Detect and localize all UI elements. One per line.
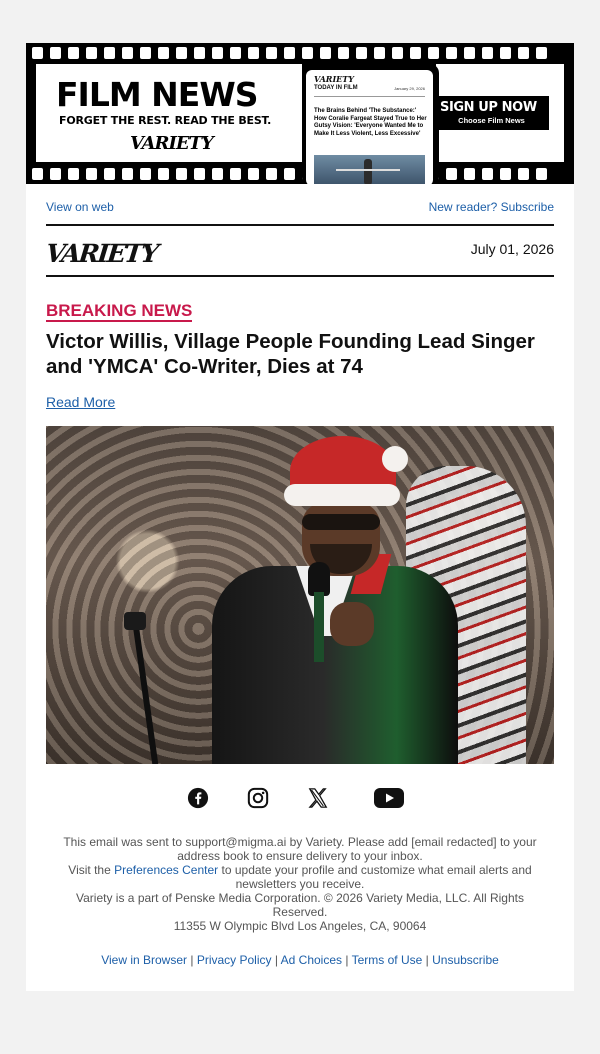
instagram-icon[interactable]	[247, 787, 269, 814]
phone-divider	[314, 96, 425, 97]
footer-preferences-suffix: to update your profile and customize wha…	[218, 863, 532, 891]
unsubscribe-link[interactable]: Unsubscribe	[432, 953, 499, 967]
phone-section-title: TODAY IN FILM	[314, 85, 358, 91]
phone-mockup: VARIETY TODAY IN FILM January 29, 2026 T…	[302, 64, 439, 184]
film-perforations-bottom	[32, 168, 568, 180]
sign-up-button[interactable]: SIGN UP NOW Choose Film News	[434, 96, 549, 130]
footer-line-sent-to: This email was sent to support@migma.ai …	[63, 835, 537, 863]
issue-date: July 01, 2026	[470, 241, 554, 257]
youtube-icon[interactable]	[374, 787, 404, 814]
footer-line-address: 11355 W Olympic Blvd Los Angeles, CA, 90…	[173, 919, 427, 933]
top-links: View on web New reader? Subscribe	[46, 200, 554, 216]
banner-frame-left: FILM NEWS FORGET THE REST. READ THE BEST…	[36, 64, 302, 162]
photo-microphone	[308, 562, 330, 596]
preferences-center-link[interactable]: Preferences Center	[114, 863, 218, 877]
banner-tagline: FORGET THE REST. READ THE BEST.	[59, 114, 272, 127]
social-links	[26, 787, 574, 813]
article-photo[interactable]	[46, 426, 554, 764]
legal-separator: |	[425, 953, 429, 967]
legal-separator: |	[345, 953, 349, 967]
terms-of-use-link[interactable]: Terms of Use	[352, 953, 423, 967]
email-card: FILM NEWS FORGET THE REST. READ THE BEST…	[26, 43, 574, 991]
privacy-policy-link[interactable]: Privacy Policy	[197, 953, 272, 967]
legal-separator: |	[190, 953, 194, 967]
photo-mic-stand-head	[124, 612, 146, 630]
photo-microphone-handle	[314, 592, 324, 662]
footer-line-preferences: Visit the Preferences Center to update y…	[56, 863, 544, 891]
footer-line-copyright: Variety is a part of Penske Media Corpor…	[76, 891, 524, 919]
footer-preferences-prefix: Visit the	[68, 863, 115, 877]
read-more-link[interactable]: Read More	[46, 394, 115, 410]
view-on-web-link[interactable]: View on web	[46, 200, 114, 214]
photo-hat-brim	[284, 484, 400, 506]
subscribe-link[interactable]: New reader? Subscribe	[429, 200, 554, 214]
masthead-top-rule	[46, 224, 554, 226]
view-in-browser-link[interactable]: View in Browser	[101, 953, 187, 967]
legal-links: View in Browser | Privacy Policy | Ad Ch…	[26, 953, 574, 967]
footer-text: This email was sent to support@migma.ai …	[56, 835, 544, 933]
photo-hand	[330, 602, 374, 646]
film-news-banner[interactable]: FILM NEWS FORGET THE REST. READ THE BEST…	[26, 43, 574, 184]
phone-date: January 29, 2026	[394, 86, 425, 91]
phone-screen: VARIETY TODAY IN FILM January 29, 2026 T…	[306, 70, 433, 184]
variety-logo[interactable]: VARIETY	[44, 239, 158, 268]
photo-sunglasses	[302, 514, 380, 530]
phone-image	[314, 155, 425, 184]
ad-choices-link[interactable]: Ad Choices	[281, 953, 342, 967]
facebook-icon[interactable]	[187, 787, 209, 814]
photo-hat-pom	[382, 446, 408, 472]
phone-logo: VARIETY	[314, 74, 354, 84]
phone-headline: The Brains Behind 'The Substance:' How C…	[314, 108, 427, 137]
legal-separator: |	[274, 953, 278, 967]
banner-title: FILM NEWS	[56, 75, 259, 114]
article-headline[interactable]: Victor Willis, Village People Founding L…	[46, 329, 554, 379]
film-perforations-top	[32, 47, 568, 59]
sign-up-sublabel: Choose Film News	[458, 116, 525, 125]
breaking-news-label: BREAKING NEWS	[46, 301, 193, 322]
banner-variety-logo: VARIETY	[130, 133, 214, 154]
sign-up-label: SIGN UP NOW	[440, 100, 537, 115]
masthead-bottom-rule	[46, 275, 554, 277]
x-icon[interactable]	[307, 787, 329, 814]
